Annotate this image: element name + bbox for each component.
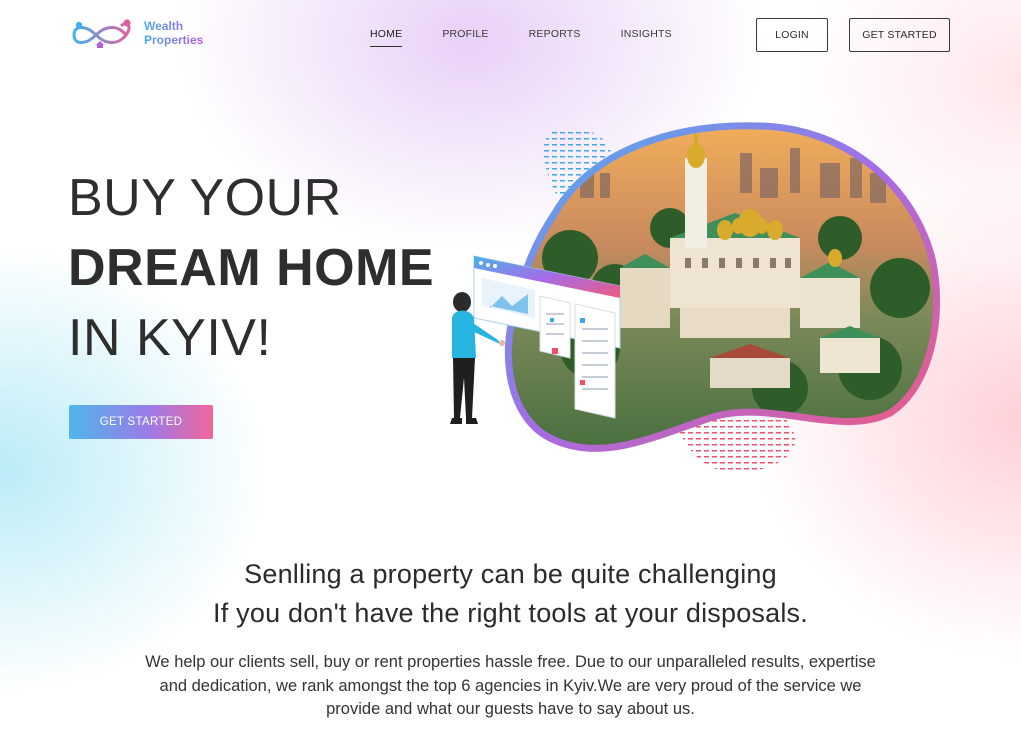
city-photo-with-woman-and-dashboard-icon (450, 122, 941, 473)
hero-title-line1: BUY YOUR (68, 169, 342, 227)
brand-logo[interactable]: Wealth Properties (68, 17, 203, 49)
login-button[interactable]: LOGIN (756, 18, 828, 52)
brand-name-line2: Properties (144, 33, 204, 47)
header-get-started-button[interactable]: GET STARTED (849, 18, 950, 52)
main-nav: HOME PROFILE REPORTS INSIGHTS (370, 28, 672, 47)
hero-title-line2: DREAM HOME (68, 239, 435, 297)
intro-body-text: We help our clients sell, buy or rent pr… (145, 653, 876, 718)
nav-reports[interactable]: REPORTS (529, 28, 581, 47)
intro-heading-line2: If you don't have the right tools at you… (213, 598, 808, 628)
nav-home[interactable]: HOME (370, 28, 403, 47)
nav-insights[interactable]: INSIGHTS (621, 28, 672, 47)
hero-title-line3: IN KYIV! (68, 309, 272, 367)
hero-get-started-button[interactable]: GET STARTED (69, 405, 213, 439)
intro-heading-line1: Senlling a property can be quite challen… (244, 559, 777, 589)
infinity-house-logo-icon (72, 19, 131, 48)
brand-name-line1: Wealth (144, 19, 203, 33)
nav-profile[interactable]: PROFILE (442, 28, 488, 47)
